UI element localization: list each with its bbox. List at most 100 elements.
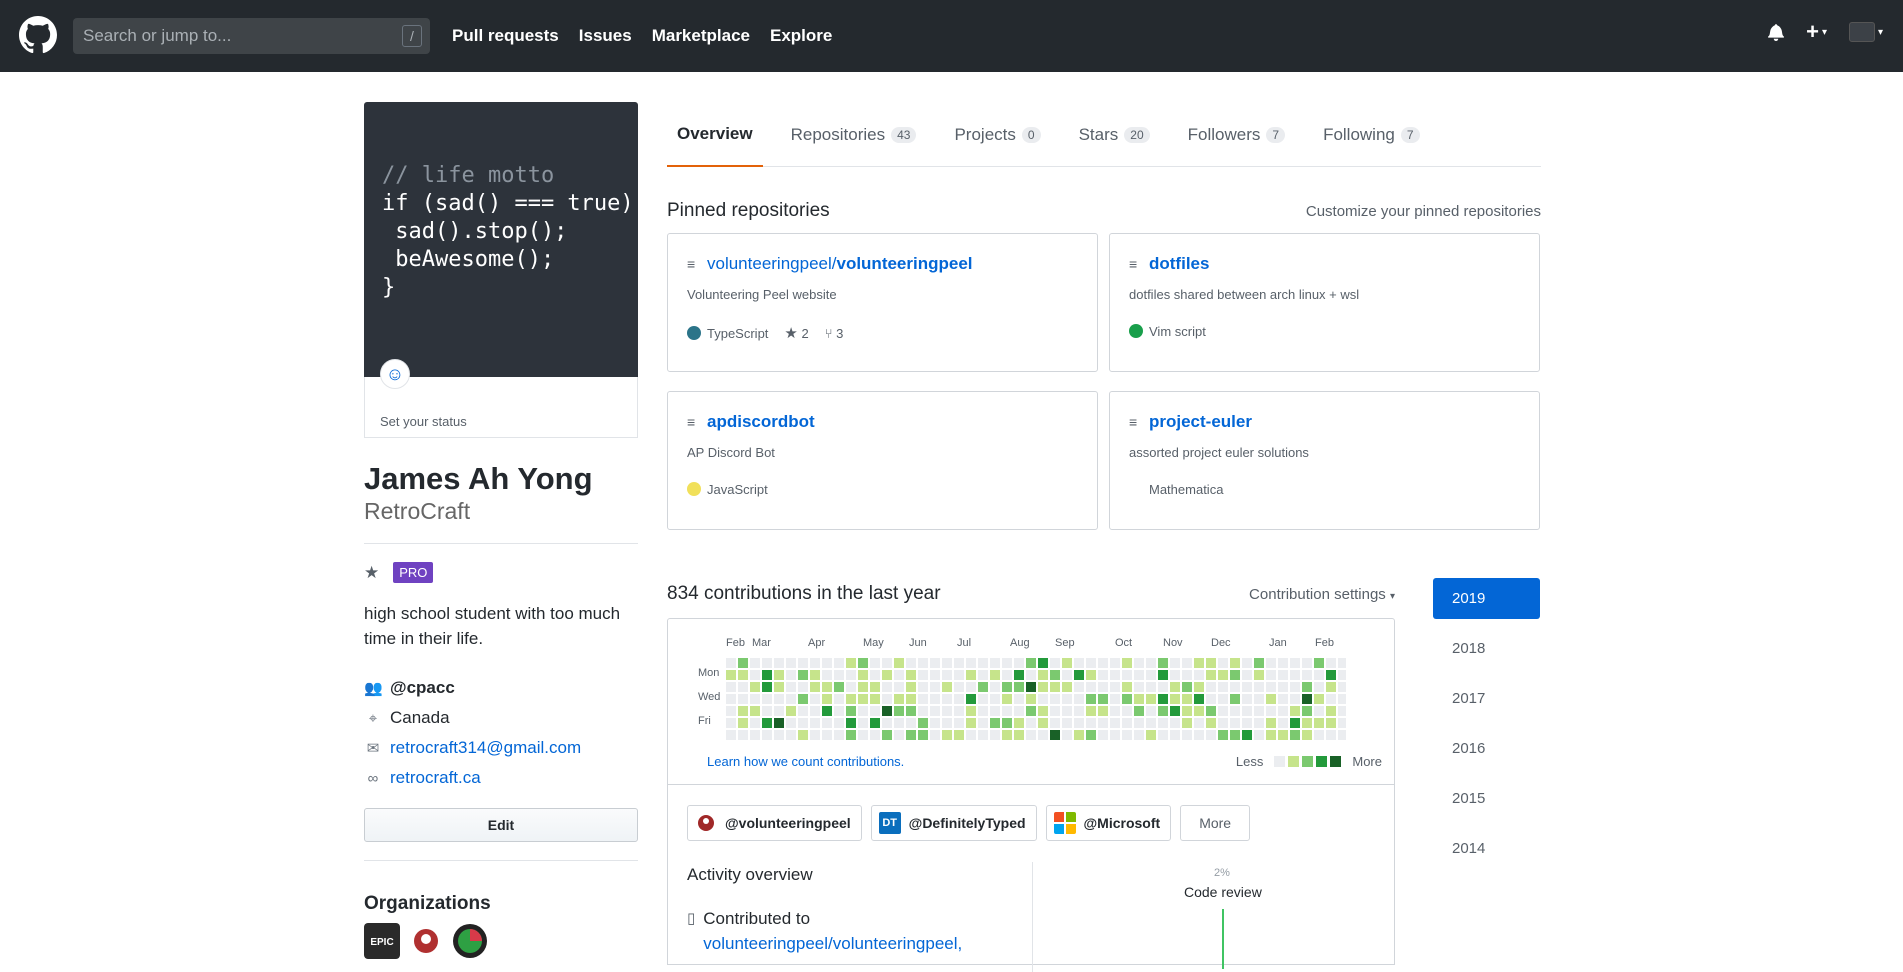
contribution-day[interactable] (1338, 718, 1346, 728)
contribution-day[interactable] (1290, 718, 1300, 728)
contribution-day[interactable] (822, 730, 832, 740)
contribution-day[interactable] (870, 682, 880, 692)
contribution-day[interactable] (738, 682, 748, 692)
drag-handle-icon[interactable]: ≡ (1129, 414, 1141, 430)
contribution-day[interactable] (1266, 730, 1276, 740)
contribution-day[interactable] (1230, 682, 1240, 692)
contribution-day[interactable] (930, 730, 940, 740)
contribution-day[interactable] (1134, 670, 1144, 680)
contribution-day[interactable] (1326, 706, 1336, 716)
contribution-day[interactable] (1038, 682, 1048, 692)
contribution-day[interactable] (942, 730, 952, 740)
contribution-day[interactable] (906, 682, 916, 692)
contribution-day[interactable] (870, 670, 880, 680)
contribution-day[interactable] (1122, 706, 1132, 716)
contribution-day[interactable] (954, 670, 964, 680)
contribution-day[interactable] (1086, 730, 1096, 740)
contribution-day[interactable] (1086, 682, 1096, 692)
contribution-day[interactable] (1110, 682, 1120, 692)
contribution-day[interactable] (978, 658, 988, 668)
contribution-day[interactable] (1254, 718, 1264, 728)
contribution-day[interactable] (882, 658, 892, 668)
contribution-day[interactable] (1098, 670, 1108, 680)
contribution-day[interactable] (942, 658, 952, 668)
contribution-day[interactable] (750, 694, 760, 704)
contribution-day[interactable] (966, 730, 976, 740)
profile-avatar-image[interactable]: // life motto if (sad() === true) { sad(… (364, 102, 660, 377)
contribution-day[interactable] (1134, 706, 1144, 716)
year-link[interactable]: 2015 (1433, 778, 1540, 819)
contribution-day[interactable] (990, 718, 1000, 728)
more-orgs-button[interactable]: More (1180, 805, 1251, 841)
contribution-day[interactable] (1002, 670, 1012, 680)
contribution-day[interactable] (906, 658, 916, 668)
bell-icon[interactable] (1768, 23, 1784, 41)
contribution-day[interactable] (906, 718, 916, 728)
contribution-day[interactable] (1014, 658, 1024, 668)
contribution-day[interactable] (1158, 718, 1168, 728)
contribution-day[interactable] (1062, 718, 1072, 728)
contribution-day[interactable] (1326, 682, 1336, 692)
contribution-day[interactable] (762, 658, 772, 668)
contribution-day[interactable] (954, 718, 964, 728)
year-link[interactable]: 2017 (1433, 678, 1540, 719)
year-link[interactable]: 2019 (1433, 578, 1540, 619)
contribution-day[interactable] (1158, 730, 1168, 740)
contribution-day[interactable] (978, 730, 988, 740)
contribution-day[interactable] (738, 658, 748, 668)
contribution-day[interactable] (1122, 658, 1132, 668)
contribution-day[interactable] (966, 718, 976, 728)
contribution-day[interactable] (1038, 694, 1048, 704)
contribution-day[interactable] (942, 694, 952, 704)
contribution-day[interactable] (1302, 658, 1312, 668)
repo-title-link[interactable]: dotfiles (1149, 254, 1209, 274)
nav-explore[interactable]: Explore (770, 26, 832, 46)
contribution-day[interactable] (1230, 718, 1240, 728)
contribution-day[interactable] (870, 718, 880, 728)
repo-forks-link[interactable]: ⑂ 3 (825, 326, 844, 341)
contribution-day[interactable] (1194, 694, 1204, 704)
contribution-day[interactable] (1302, 670, 1312, 680)
contribution-day[interactable] (918, 730, 928, 740)
contribution-day[interactable] (1194, 706, 1204, 716)
contribution-day[interactable] (834, 658, 844, 668)
contribution-day[interactable] (882, 682, 892, 692)
contribution-day[interactable] (1266, 670, 1276, 680)
customize-pinned-link[interactable]: Customize your pinned repositories (1306, 203, 1541, 220)
contribution-day[interactable] (1134, 730, 1144, 740)
contribution-day[interactable] (1074, 706, 1084, 716)
contribution-day[interactable] (1098, 694, 1108, 704)
contribution-day[interactable] (1170, 694, 1180, 704)
contribution-day[interactable] (762, 670, 772, 680)
contribution-day[interactable] (1074, 670, 1084, 680)
contributed-repo-link[interactable]: volunteeringpeel/volunteeringpeel, (703, 934, 962, 953)
contribution-day[interactable] (1074, 694, 1084, 704)
contribution-day[interactable] (1158, 658, 1168, 668)
contribution-day[interactable] (990, 658, 1000, 668)
nav-issues[interactable]: Issues (579, 26, 632, 46)
contribution-day[interactable] (1014, 682, 1024, 692)
org-filter-definitelytyped[interactable]: DT @DefinitelyTyped (870, 805, 1037, 841)
contribution-day[interactable] (1002, 718, 1012, 728)
contribution-day[interactable] (822, 706, 832, 716)
contribution-day[interactable] (906, 730, 916, 740)
contribution-day[interactable] (1158, 694, 1168, 704)
contribution-day[interactable] (1002, 682, 1012, 692)
contribution-day[interactable] (1146, 658, 1156, 668)
contribution-day[interactable] (1254, 658, 1264, 668)
contribution-day[interactable] (1266, 658, 1276, 668)
green-red-org-icon[interactable] (452, 923, 488, 959)
contribution-day[interactable] (1206, 694, 1216, 704)
contribution-day[interactable] (1074, 682, 1084, 692)
contribution-day[interactable] (846, 658, 856, 668)
contribution-day[interactable] (1050, 682, 1060, 692)
repo-title-link[interactable]: apdiscordbot (707, 412, 815, 432)
contribution-day[interactable] (738, 670, 748, 680)
contribution-day[interactable] (1110, 694, 1120, 704)
contribution-day[interactable] (1038, 670, 1048, 680)
contribution-day[interactable] (762, 694, 772, 704)
year-link[interactable]: 2014 (1433, 828, 1540, 869)
contribution-day[interactable] (1230, 658, 1240, 668)
contribution-day[interactable] (1314, 682, 1324, 692)
contribution-day[interactable] (1302, 694, 1312, 704)
